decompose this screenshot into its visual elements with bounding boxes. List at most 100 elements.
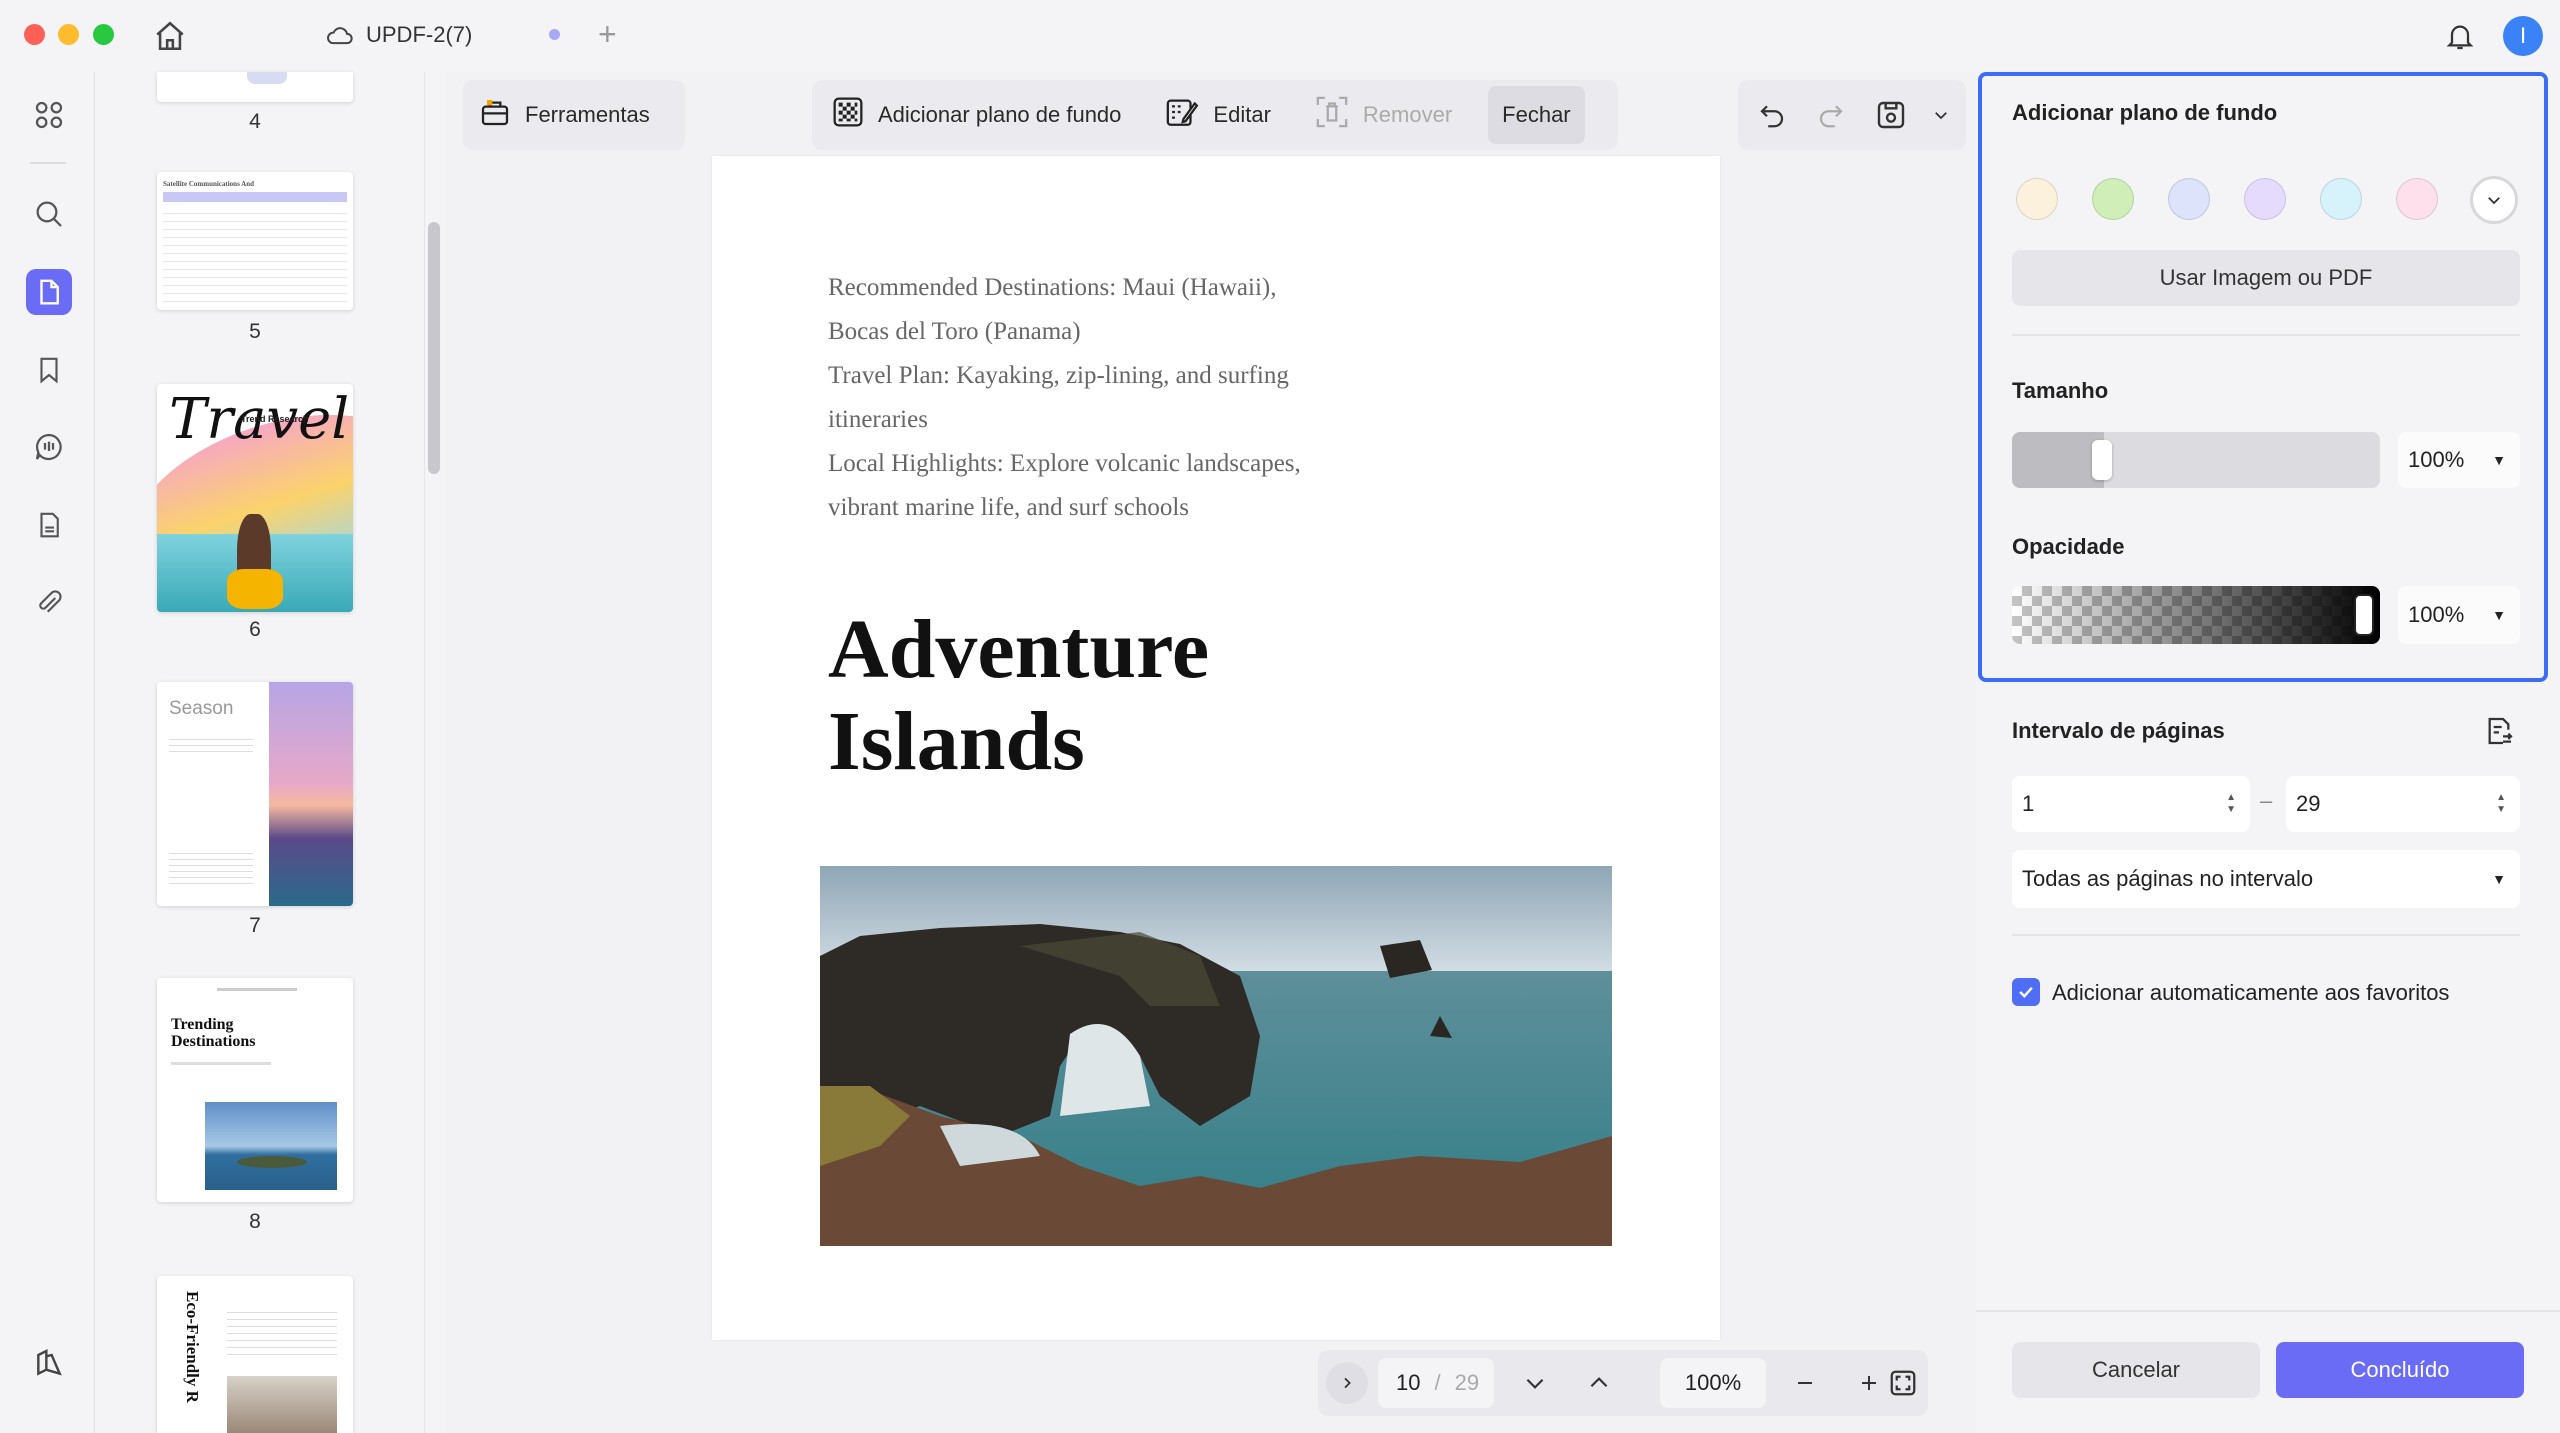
range-to-value: 29 <box>2296 791 2321 816</box>
stepper-arrows-icon[interactable]: ▲ ▼ <box>2496 792 2506 816</box>
chevron-right-icon[interactable] <box>1326 1362 1368 1404</box>
caret-down-icon: ▼ <box>2492 871 2506 887</box>
stepper-arrows-icon[interactable]: ▲ ▼ <box>2226 792 2236 816</box>
favorites-checkbox[interactable] <box>2012 978 2040 1006</box>
bookmark-icon[interactable] <box>26 347 72 393</box>
nav-divider <box>30 162 66 164</box>
bell-icon[interactable] <box>2440 16 2480 56</box>
previous-page-icon[interactable] <box>1578 1362 1620 1404</box>
thumbnail-scrollbar[interactable] <box>428 222 440 474</box>
title-bar: UPDF-2(7) + I <box>0 0 2560 72</box>
save-icon[interactable] <box>1871 95 1911 135</box>
range-dash: – <box>2260 788 2273 813</box>
minimize-window-button[interactable] <box>58 24 79 45</box>
thumbnail-panel: 4 Satellite Communications And 5 Travel … <box>95 72 425 1433</box>
page-navigation-bar: 10 / 29 100% <box>1318 1350 1928 1416</box>
thumbnail-page-8[interactable]: Trending Destinations <box>157 978 353 1202</box>
sea-arch-photo <box>820 866 1612 1246</box>
thumbnail-number: 6 <box>249 618 261 641</box>
thumbnail-page-4[interactable] <box>157 72 353 102</box>
range-from-value: 1 <box>2022 791 2035 816</box>
thumbnail-number: 8 <box>249 1210 261 1233</box>
background-toolbar: Adicionar plano de fundo Editar Remover … <box>812 80 1618 150</box>
close-background-button[interactable]: Fechar <box>1488 86 1585 144</box>
body-line: Travel Plan: Kayaking, zip-lining, and s… <box>828 362 1289 389</box>
thumbnail-page-9[interactable]: Eco-Friendly R <box>157 1276 353 1433</box>
add-background-button[interactable]: Adicionar plano de fundo <box>818 86 1135 144</box>
add-background-label: Adicionar plano de fundo <box>878 102 1122 127</box>
zoom-out-icon[interactable] <box>1784 1362 1826 1404</box>
left-nav <box>0 72 95 1433</box>
page-range-icon[interactable] <box>2478 710 2520 752</box>
body-line: itineraries <box>828 406 928 433</box>
checker-icon <box>832 96 864 134</box>
attachment-icon[interactable] <box>26 580 72 626</box>
pages-icon[interactable] <box>26 269 72 315</box>
background-settings-highlight <box>1978 72 2548 682</box>
search-icon[interactable] <box>26 191 72 237</box>
body-line: Recommended Destinations: Maui (Hawaii), <box>828 274 1277 301</box>
page-heading: Adventure Islands <box>828 604 1209 788</box>
edit-icon <box>1165 95 1199 135</box>
footer-divider <box>1976 1310 2560 1312</box>
body-line: Local Highlights: Explore volcanic lands… <box>828 450 1301 477</box>
page-number-field[interactable]: 10 / 29 <box>1378 1358 1494 1408</box>
app-window: UPDF-2(7) + I 4 Satellite Communications… <box>0 0 2560 1433</box>
edit-button[interactable]: Editar <box>1151 86 1284 144</box>
fit-page-icon[interactable] <box>1882 1362 1924 1404</box>
close-label: Fechar <box>1502 102 1571 127</box>
home-icon[interactable] <box>150 16 190 56</box>
range-mode-value: Todas as páginas no intervalo <box>2022 866 2314 891</box>
next-page-icon[interactable] <box>1514 1362 1556 1404</box>
chevron-down-icon[interactable] <box>1930 95 1952 135</box>
tools-button[interactable]: Ferramentas <box>463 80 685 150</box>
form-icon[interactable] <box>26 502 72 548</box>
range-from-field[interactable]: 1 ▲ ▼ <box>2012 776 2250 832</box>
edit-label: Editar <box>1213 102 1271 127</box>
remove-icon <box>1315 95 1349 135</box>
total-pages: 29 <box>1454 1370 1480 1395</box>
done-button[interactable]: Concluído <box>2276 1342 2524 1398</box>
avatar[interactable]: I <box>2503 16 2543 56</box>
thumbnail-title: Season <box>169 698 234 719</box>
cloud-icon <box>326 22 354 53</box>
layers-icon[interactable] <box>26 1340 72 1386</box>
thumbnail-number: 7 <box>249 914 261 937</box>
favorites-label[interactable]: Adicionar automaticamente aos favoritos <box>2052 980 2449 1006</box>
page-range-mode-select[interactable]: Todas as páginas no intervalo ▼ <box>2012 850 2520 908</box>
zoom-field[interactable]: 100% <box>1660 1358 1766 1408</box>
current-page: 10 <box>1396 1370 1421 1395</box>
thumbnail-title: Eco-Friendly R <box>183 1291 202 1403</box>
close-window-button[interactable] <box>24 24 45 45</box>
comment-icon[interactable] <box>26 424 72 470</box>
panel-divider <box>2012 934 2520 936</box>
unsaved-indicator <box>549 29 560 40</box>
thumbnail-title: Satellite Communications And <box>163 180 255 188</box>
thumbnail-subtitle: Trend Research <box>241 414 309 424</box>
thumbnail-number: 5 <box>249 320 261 343</box>
body-line: vibrant marine life, and surf schools <box>828 494 1190 521</box>
thumbnail-number: 4 <box>249 110 261 133</box>
tab-title[interactable]: UPDF-2(7) <box>366 22 472 48</box>
thumbnail-page-7[interactable]: Season <box>157 682 353 906</box>
thumbnail-title: Trending Destinations <box>171 1016 256 1050</box>
remove-label: Remover <box>1362 102 1453 127</box>
new-tab-plus-icon[interactable]: + <box>598 16 617 52</box>
cancel-button[interactable]: Cancelar <box>2012 1342 2260 1398</box>
remove-button[interactable]: Remover <box>1301 86 1466 144</box>
tools-label: Ferramentas <box>525 102 650 127</box>
thumbnail-page-5[interactable]: Satellite Communications And <box>157 172 353 310</box>
tools-button-inner: Ferramentas <box>473 86 656 144</box>
page-separator: / <box>1434 1370 1441 1395</box>
undo-icon[interactable] <box>1752 95 1792 135</box>
heading-line: Islands <box>828 695 1085 788</box>
maximize-window-button[interactable] <box>93 24 114 45</box>
toolbox-icon <box>479 96 511 134</box>
pdf-page[interactable]: Recommended Destinations: Maui (Hawaii),… <box>712 156 1720 1340</box>
range-to-field[interactable]: 29 ▲ ▼ <box>2286 776 2520 832</box>
thumbnails-grid-icon[interactable] <box>26 92 72 138</box>
thumbnail-page-6[interactable]: Travel Trend Research <box>157 384 353 612</box>
body-line: Bocas del Toro (Panama) <box>828 318 1081 345</box>
page-body-text: Recommended Destinations: Maui (Hawaii),… <box>828 266 1388 530</box>
redo-icon[interactable] <box>1811 95 1851 135</box>
